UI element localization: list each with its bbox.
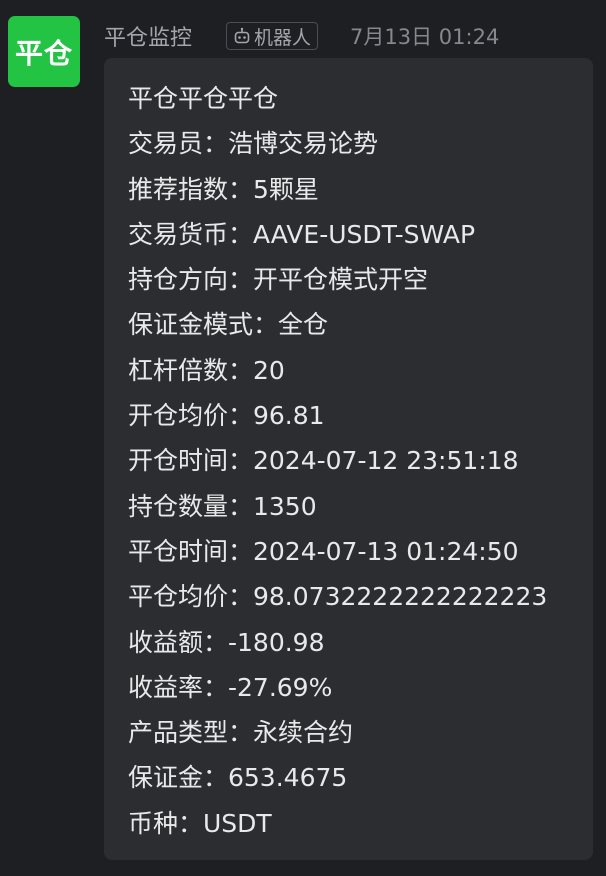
bot-badge-label: 机器人: [254, 26, 312, 49]
message-title: 平仓平仓平仓: [128, 84, 279, 113]
coin-line: 币种：USDT: [128, 808, 272, 838]
profit-line: 收益额：-180.98: [128, 627, 325, 657]
close-price-line: 平仓均价：98.0732222222222223: [128, 582, 548, 612]
message-header: 平仓监控 机器人 7月13日 01:24: [104, 18, 499, 54]
margin-mode-line: 保证金模式：全仓: [128, 310, 329, 340]
open-time-line: 开仓时间：2024-07-12 23:51:18: [128, 446, 519, 476]
product-type-line: 产品类型：永续合约: [128, 718, 354, 748]
rating-line: 推荐指数：5颗星: [128, 174, 319, 204]
timestamp: 7月13日 01:24: [350, 25, 500, 49]
currency-line: 交易货币：AAVE-USDT-SWAP: [128, 219, 476, 249]
leverage-line: 杠杆倍数：20: [128, 355, 285, 385]
direction-line: 持仓方向：开平仓模式开空: [128, 265, 429, 295]
profit-rate-line: 收益率：-27.69%: [128, 672, 333, 702]
position-size-line: 持仓数量：1350: [128, 491, 317, 521]
robot-icon: [234, 27, 250, 44]
close-time-line: 平仓时间：2024-07-13 01:24:50: [128, 536, 519, 566]
open-price-line: 开仓均价：96.81: [128, 401, 325, 431]
margin-line: 保证金：653.4675: [128, 763, 348, 793]
trader-line: 交易员：浩博交易论势: [128, 129, 379, 159]
message-bubble[interactable]: 平仓平仓平仓 交易员：浩博交易论势 推荐指数：5颗星 交易货币：AAVE-USD…: [104, 58, 593, 860]
avatar[interactable]: 平仓: [8, 16, 80, 87]
bot-badge: 机器人: [226, 22, 319, 50]
chat-message: 平仓 平仓监控 机器人 7月13日 01:24 平仓平仓平仓 交易员：浩博交易论…: [0, 0, 606, 876]
sender-name[interactable]: 平仓监控: [104, 20, 192, 52]
